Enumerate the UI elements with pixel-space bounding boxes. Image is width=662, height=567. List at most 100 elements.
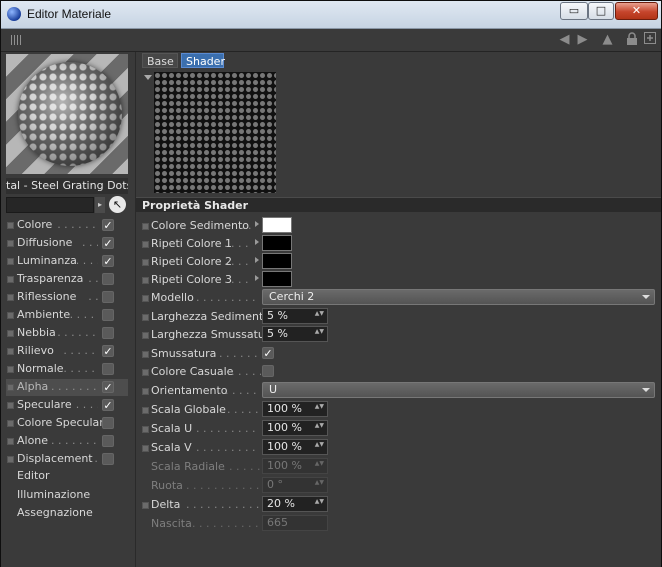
material-menu-arrow-icon[interactable]: ▸ xyxy=(95,197,105,213)
pick-cursor-icon[interactable]: ↖ xyxy=(109,196,126,213)
keyframe-dot[interactable] xyxy=(142,351,149,358)
channel-item-ambiente[interactable]: Ambiente. . . . . . . xyxy=(6,307,128,324)
arrow-up-icon[interactable]: ▲ xyxy=(600,32,615,47)
channel-label: Displacement xyxy=(17,452,93,465)
channel-item-displacement[interactable]: Displacement. . . xyxy=(6,451,128,468)
spinner-arrows-icon[interactable]: ▲▼ xyxy=(315,311,324,317)
channel-item-nebbia[interactable]: Nebbia. . . . . . . . xyxy=(6,325,128,342)
tab-base[interactable]: Base xyxy=(142,53,178,68)
smussatura-checkbox[interactable]: ✓ xyxy=(262,347,274,359)
channel-checkbox[interactable] xyxy=(102,363,114,375)
scala-u-field[interactable]: 100 % ▲▼ xyxy=(262,420,328,436)
page-illuminazione[interactable]: Illuminazione xyxy=(17,488,90,501)
expand-arrow-icon[interactable] xyxy=(255,239,259,245)
expand-arrow-icon[interactable] xyxy=(255,275,259,281)
channel-checkbox[interactable]: ✓ xyxy=(102,219,114,231)
expand-arrow-icon[interactable] xyxy=(255,257,259,263)
tab-shader[interactable]: Shader xyxy=(181,53,225,68)
channel-item-diffusione[interactable]: Diffusione . . . . . ✓ xyxy=(6,235,128,252)
channel-label: Colore Speculare xyxy=(17,416,111,429)
collapse-triangle-icon[interactable] xyxy=(144,75,152,80)
prop-leader: . . . . . . . . . . . . xyxy=(196,441,260,454)
channel-checkbox[interactable] xyxy=(102,417,114,429)
larghezza-sedimento-field[interactable]: 5 % ▲▼ xyxy=(262,308,328,324)
channel-checkbox[interactable] xyxy=(102,273,114,285)
color-swatch-repeat-1[interactable] xyxy=(262,235,292,251)
keyframe-dot[interactable] xyxy=(142,502,149,509)
prop-leader: . . . . . . . . xyxy=(218,384,260,397)
larghezza-smussatura-field[interactable]: 5 % ▲▼ xyxy=(262,326,328,342)
new-window-icon[interactable] xyxy=(642,32,657,47)
spinner-arrows-icon[interactable]: ▲▼ xyxy=(315,423,324,429)
channel-checkbox[interactable]: ✓ xyxy=(102,345,114,357)
ruota-field: 0 ° ▲▼ xyxy=(262,477,328,493)
keyframe-dot[interactable] xyxy=(142,295,149,302)
channel-item-colore-speculare[interactable]: Colore Speculare xyxy=(6,415,128,432)
spinner-arrows-icon[interactable]: ▲▼ xyxy=(315,329,324,335)
arrow-left-icon[interactable]: ◀ xyxy=(557,32,572,47)
channel-item-rilievo[interactable]: Rilievo . . . . . . . . ✓ xyxy=(6,343,128,360)
channel-item-alpha[interactable]: Alpha. . . . . . . . . ✓ xyxy=(6,379,128,396)
channel-item-riflessione[interactable]: Riflessione . . . . . xyxy=(6,289,128,306)
page-editor[interactable]: Editor xyxy=(17,469,50,482)
lock-icon[interactable] xyxy=(624,32,639,47)
material-filter-input[interactable] xyxy=(6,197,94,213)
scala-globale-field[interactable]: 100 % ▲▼ xyxy=(262,401,328,417)
channel-label: Normale xyxy=(17,362,64,375)
modello-dropdown[interactable]: Cerchi 2 xyxy=(262,289,655,305)
channel-label: Luminanza xyxy=(17,254,77,267)
channel-dot xyxy=(7,384,14,391)
expand-arrow-icon[interactable] xyxy=(255,221,259,227)
material-name[interactable]: tal - Steel Grating Dots xyxy=(6,178,128,194)
field-value: 5 % xyxy=(267,309,288,322)
keyframe-dot[interactable] xyxy=(142,314,149,321)
channel-checkbox[interactable] xyxy=(102,435,114,447)
channel-item-luminanza[interactable]: Luminanza. . . . . ✓ xyxy=(6,253,128,270)
grip-handle-icon[interactable] xyxy=(11,35,23,45)
channel-item-normale[interactable]: Normale. . . . . . . xyxy=(6,361,128,378)
channel-checkbox[interactable] xyxy=(102,453,114,465)
channel-checkbox[interactable] xyxy=(102,291,114,303)
prop-larghezza-smussatura: Larghezza Smussatura 5 % ▲▼ xyxy=(136,326,661,344)
keyframe-dot[interactable] xyxy=(142,388,149,395)
channel-leader: . . . . xyxy=(88,272,98,285)
channel-checkbox[interactable] xyxy=(102,327,114,339)
minimize-button[interactable]: ▭ xyxy=(560,2,588,20)
colore-casuale-checkbox[interactable] xyxy=(262,365,274,377)
delta-field[interactable]: 20 % ▲▼ xyxy=(262,496,328,512)
orientamento-dropdown[interactable]: U xyxy=(262,382,655,398)
keyframe-dot[interactable] xyxy=(142,426,149,433)
color-swatch-repeat-3[interactable] xyxy=(262,271,292,287)
keyframe-dot[interactable] xyxy=(142,259,149,266)
close-button[interactable]: ✕ xyxy=(615,2,658,20)
channel-item-colore[interactable]: Colore . . . . . . . . . ✓ xyxy=(6,217,128,234)
channel-item-trasparenza[interactable]: Trasparenza . . . . xyxy=(6,271,128,288)
color-swatch-repeat-2[interactable] xyxy=(262,253,292,269)
color-swatch-sediment[interactable] xyxy=(262,217,292,233)
channel-item-alone[interactable]: Alone. . . . . . . . . xyxy=(6,433,128,450)
scala-v-field[interactable]: 100 % ▲▼ xyxy=(262,439,328,455)
keyframe-dot[interactable] xyxy=(142,223,149,230)
page-assegnazione[interactable]: Assegnazione xyxy=(17,506,93,519)
keyframe-dot[interactable] xyxy=(142,277,149,284)
channel-checkbox[interactable]: ✓ xyxy=(102,237,114,249)
channel-checkbox[interactable]: ✓ xyxy=(102,255,114,267)
spinner-arrows-icon[interactable]: ▲▼ xyxy=(315,499,324,505)
keyframe-dot[interactable] xyxy=(142,332,149,339)
prop-label: Scala Globale xyxy=(151,403,226,416)
channel-checkbox[interactable]: ✓ xyxy=(102,399,114,411)
keyframe-dot[interactable] xyxy=(142,241,149,248)
channel-checkbox[interactable]: ✓ xyxy=(102,381,114,393)
spinner-arrows-icon[interactable]: ▲▼ xyxy=(315,404,324,410)
channel-checkbox[interactable] xyxy=(102,309,114,321)
prop-label: Scala V xyxy=(151,441,192,454)
maximize-button[interactable]: □ xyxy=(588,2,614,20)
arrow-right-icon[interactable]: ▶ xyxy=(575,32,590,47)
keyframe-dot[interactable] xyxy=(142,407,149,414)
spinner-arrows-icon[interactable]: ▲▼ xyxy=(315,442,324,448)
keyframe-dot[interactable] xyxy=(142,445,149,452)
material-preview[interactable] xyxy=(6,54,128,174)
shader-panel: Base Shader Proprietà Shader Colore Sedi… xyxy=(136,52,661,567)
keyframe-dot[interactable] xyxy=(142,369,149,376)
channel-item-speculare[interactable]: Speculare. . . . . . ✓ xyxy=(6,397,128,414)
